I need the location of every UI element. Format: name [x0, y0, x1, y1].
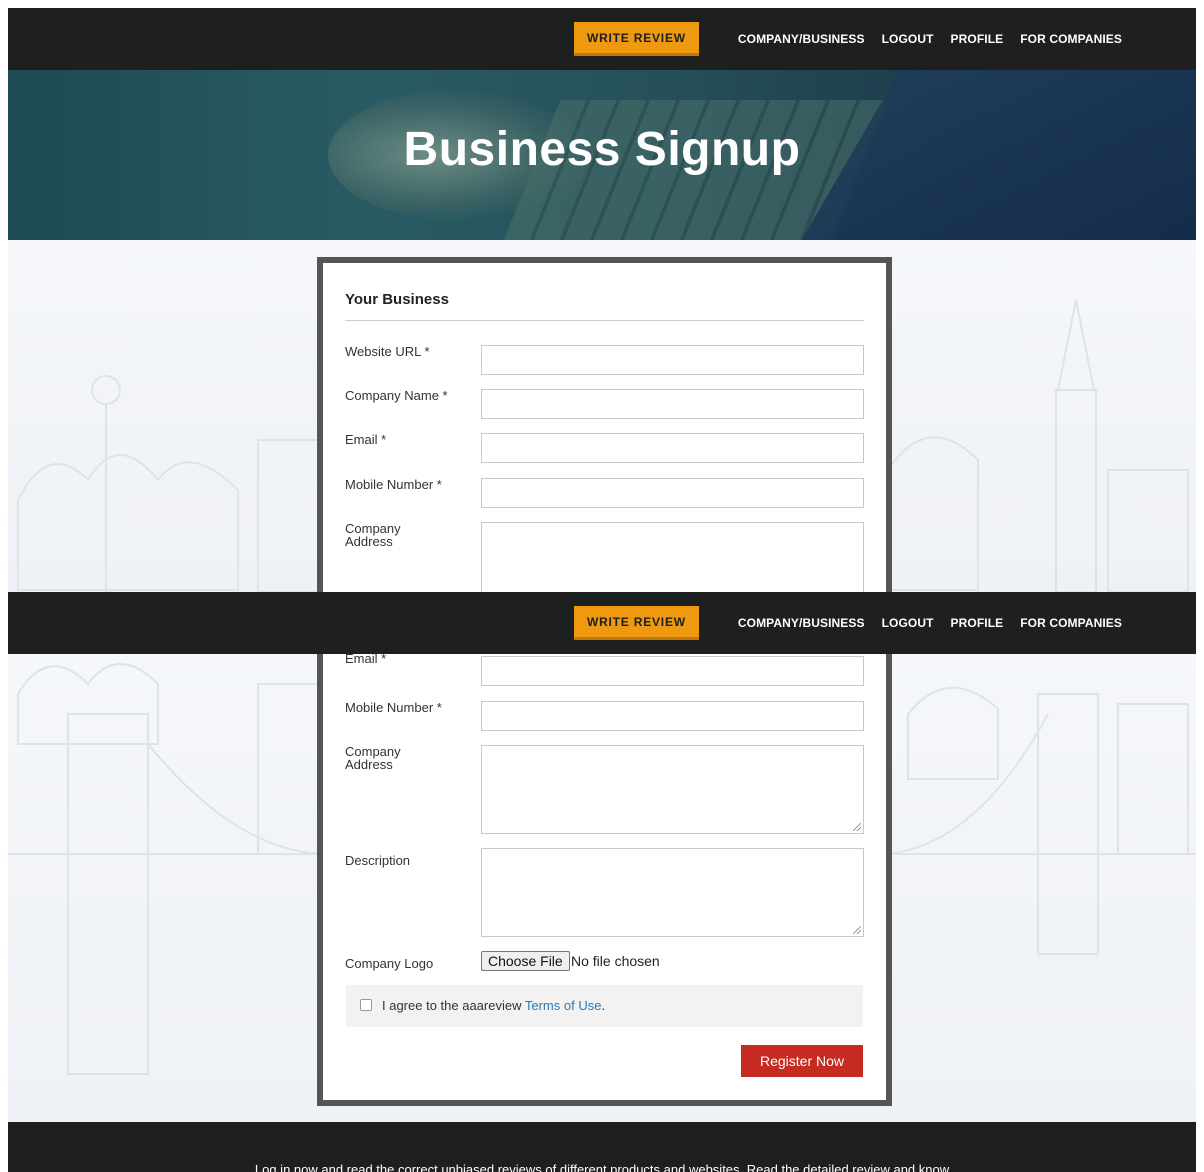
email-label: Email *	[345, 432, 387, 447]
company-logo-label: Company Logo	[345, 956, 434, 971]
website-url-label: Website URL *	[345, 344, 430, 359]
nav-company-business[interactable]: COMPANY/BUSINESS	[738, 616, 865, 630]
sticky-navbar: WRITE REVIEW COMPANY/BUSINESS LOGOUT PRO…	[8, 592, 1196, 654]
mobile-input[interactable]	[481, 478, 864, 508]
nav-company-business[interactable]: COMPANY/BUSINESS	[738, 32, 865, 46]
section-title: Your Business	[345, 291, 449, 308]
nav-for-companies[interactable]: FOR COMPANIES	[1020, 616, 1122, 630]
terms-suffix: .	[601, 998, 606, 1013]
page-section-top: WRITE REVIEW COMPANY/BUSINESS LOGOUT PRO…	[0, 0, 1204, 592]
choose-file-button[interactable]: Choose File	[481, 951, 570, 971]
mobile-input[interactable]	[481, 701, 864, 731]
company-name-label: Company Name *	[345, 388, 448, 403]
resize-grip-icon[interactable]	[853, 926, 861, 934]
terms-agreement-box: I agree to the aaareview Terms of Use.	[346, 985, 863, 1027]
page-section-bottom: WRITE REVIEW COMPANY/BUSINESS LOGOUT PRO…	[0, 592, 1204, 1172]
description-textarea[interactable]	[481, 848, 864, 937]
mobile-label: Mobile Number *	[345, 700, 442, 715]
page-title: Business Signup	[403, 123, 801, 176]
email-input[interactable]	[481, 433, 864, 463]
file-status-text: No file chosen	[571, 953, 660, 969]
footer-text: Log in now and read the correct unbiased…	[254, 1162, 950, 1172]
address-label: Company Address	[345, 744, 401, 772]
write-review-button[interactable]: WRITE REVIEW	[573, 22, 699, 56]
terms-prefix: I agree to the aaareview	[382, 998, 525, 1013]
terms-text: I agree to the aaareview Terms of Use.	[382, 998, 605, 1013]
address-textarea[interactable]	[481, 522, 864, 592]
write-review-button[interactable]: WRITE REVIEW	[573, 606, 699, 640]
site-footer: Log in now and read the correct unbiased…	[8, 1122, 1196, 1172]
nav-logout[interactable]: LOGOUT	[882, 616, 934, 630]
terms-checkbox[interactable]	[360, 999, 372, 1011]
nav-profile[interactable]: PROFILE	[951, 32, 1004, 46]
description-label: Description	[345, 853, 411, 868]
nav-logout[interactable]: LOGOUT	[882, 32, 934, 46]
signup-form-card-continued: Email * Mobile Number * Company Address …	[317, 632, 892, 1106]
hero-banner: Business Signup	[8, 70, 1196, 240]
section-divider	[345, 320, 864, 321]
register-now-button[interactable]: Register Now	[741, 1045, 863, 1077]
nav-profile[interactable]: PROFILE	[951, 616, 1004, 630]
signup-form-card: Your Business Website URL * Company Name…	[317, 257, 892, 592]
terms-of-use-link[interactable]: Terms of Use	[525, 998, 602, 1013]
address-textarea[interactable]	[481, 745, 864, 834]
mobile-label: Mobile Number *	[345, 477, 442, 492]
email-input[interactable]	[481, 656, 864, 686]
address-label: Company Address	[345, 521, 401, 549]
resize-grip-icon[interactable]	[853, 823, 861, 831]
company-name-input[interactable]	[481, 389, 864, 419]
top-navbar: WRITE REVIEW COMPANY/BUSINESS LOGOUT PRO…	[8, 8, 1196, 70]
nav-for-companies[interactable]: FOR COMPANIES	[1020, 32, 1122, 46]
website-url-input[interactable]	[481, 345, 864, 375]
